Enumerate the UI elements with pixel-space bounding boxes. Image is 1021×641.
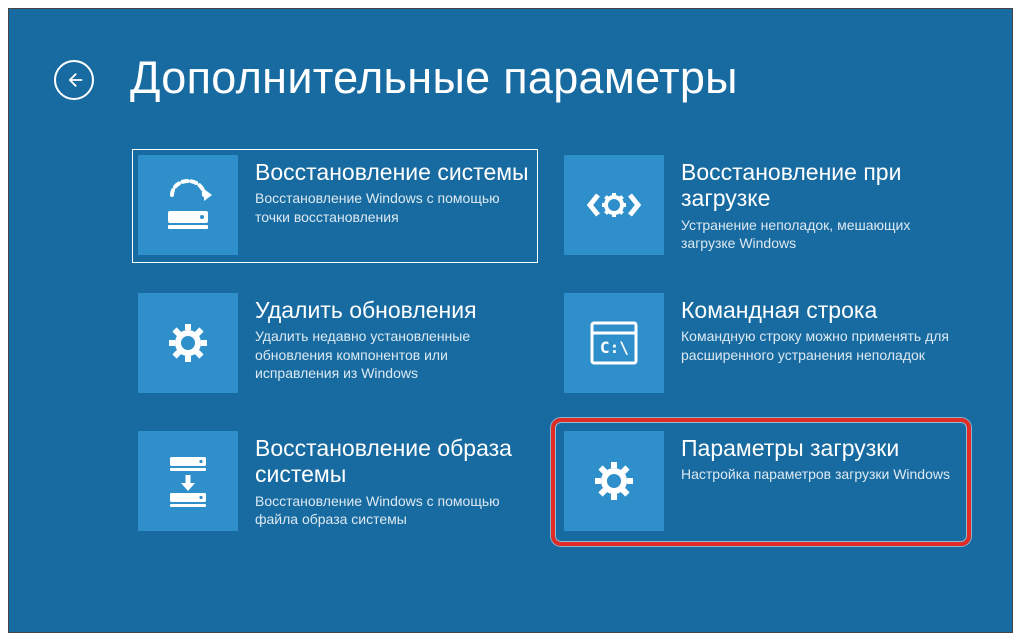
back-button[interactable] [54,60,94,100]
image-recovery-icon [138,431,238,531]
tile-startup-settings[interactable]: Параметры загрузки Настройка параметров … [558,425,964,539]
tile-desc: Устранение неполадок, мешающих загрузке … [681,216,956,252]
tile-system-restore[interactable]: Восстановление системы Восстановление Wi… [132,149,538,263]
tile-text: Восстановление системы Восстановление Wi… [255,155,530,226]
recovery-screen: Дополнительные параметры Восстановление … [8,8,1013,633]
tile-desc: Восстановление Windows с помощью файла о… [255,492,530,528]
tile-title: Восстановление образа системы [255,435,530,488]
arrow-left-icon [64,70,84,90]
tile-command-prompt[interactable]: C:\ Командная строка Командную строку мо… [558,287,964,401]
page-title: Дополнительные параметры [130,55,738,100]
tile-desc: Удалить недавно установленные обновления… [255,327,530,382]
options-grid: Восстановление системы Восстановление Wi… [132,149,964,539]
startup-repair-icon [564,155,664,255]
tile-title: Удалить обновления [255,297,530,323]
gear-icon [138,293,238,393]
tile-text: Командная строка Командную строку можно … [681,293,956,364]
tile-uninstall-updates[interactable]: Удалить обновления Удалить недавно устан… [132,287,538,401]
tile-desc: Командную строку можно применять для рас… [681,327,956,363]
tile-text: Восстановление при загрузке Устранение н… [681,155,956,252]
tile-text: Параметры загрузки Настройка параметров … [681,431,950,484]
svg-text:C:\: C:\ [600,338,629,357]
gear-icon [564,431,664,531]
tile-title: Восстановление при загрузке [681,159,956,212]
tile-title: Командная строка [681,297,956,323]
tile-title: Восстановление системы [255,159,530,185]
tile-text: Удалить обновления Удалить недавно устан… [255,293,530,382]
command-prompt-icon: C:\ [564,293,664,393]
tile-desc: Восстановление Windows с помощью точки в… [255,189,530,225]
tile-image-recovery[interactable]: Восстановление образа системы Восстановл… [132,425,538,539]
system-restore-icon [138,155,238,255]
tile-text: Восстановление образа системы Восстановл… [255,431,530,528]
header: Дополнительные параметры [54,54,738,100]
tile-title: Параметры загрузки [681,435,950,461]
tile-startup-repair[interactable]: Восстановление при загрузке Устранение н… [558,149,964,263]
tile-startup-settings-wrap: Параметры загрузки Настройка параметров … [558,425,964,539]
tile-desc: Настройка параметров загрузки Windows [681,465,950,483]
